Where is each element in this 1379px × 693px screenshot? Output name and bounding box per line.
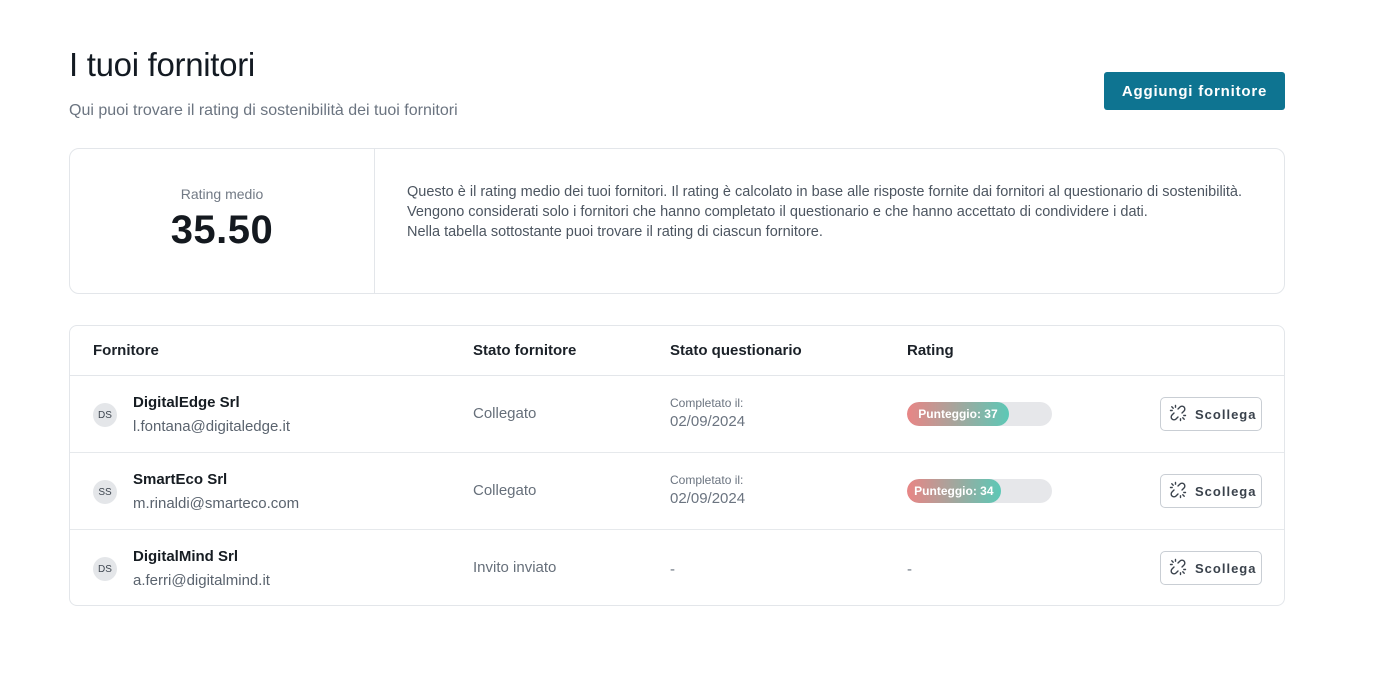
column-header-supplier: Fornitore xyxy=(93,342,159,359)
column-header-supplier-status: Stato fornitore xyxy=(473,342,577,359)
average-rating-panel: Rating medio 35.50 xyxy=(70,149,375,293)
unlink-button-label: Scollega xyxy=(1195,406,1257,422)
supplier-status: Collegato xyxy=(473,405,537,422)
column-header-rating: Rating xyxy=(907,342,954,359)
rating-bar-fill: Punteggio: 34 xyxy=(907,479,1001,503)
average-rating-value: 35.50 xyxy=(170,207,274,252)
unlink-icon xyxy=(1169,481,1187,502)
table-row: SS SmartEco Srl m.rinaldi@smarteco.com C… xyxy=(70,453,1284,530)
rating-bar: Punteggio: 34 xyxy=(907,479,1052,503)
avatar: SS xyxy=(93,480,117,504)
average-rating-label: Rating medio xyxy=(180,185,264,202)
rating-bar: Punteggio: 37 xyxy=(907,402,1052,426)
unlink-icon xyxy=(1169,404,1187,425)
suppliers-page: I tuoi fornitori Qui puoi trovare il rat… xyxy=(0,0,1379,693)
table-header: Fornitore Stato fornitore Stato question… xyxy=(70,326,1284,376)
supplier-name: DigitalMind Srl xyxy=(133,548,238,565)
avatar: DS xyxy=(93,557,117,581)
questionnaire-completed-label: Completato il: xyxy=(670,396,744,410)
questionnaire-completed-label: Completato il: xyxy=(670,473,744,487)
table-row: DS DigitalEdge Srl l.fontana@digitaledge… xyxy=(70,376,1284,453)
questionnaire-completed-date: 02/09/2024 xyxy=(670,413,746,430)
rating-empty: - xyxy=(907,561,912,578)
supplier-status: Invito inviato xyxy=(473,559,557,576)
add-supplier-button[interactable]: Aggiungi fornitore xyxy=(1104,72,1285,110)
unlink-button[interactable]: Scollega xyxy=(1160,474,1262,508)
table-row: DS DigitalMind Srl a.ferri@digitalmind.i… xyxy=(70,530,1284,605)
unlink-button-label: Scollega xyxy=(1195,483,1257,499)
unlink-icon xyxy=(1169,558,1187,579)
average-rating-description: Questo è il rating medio dei tuoi fornit… xyxy=(375,149,1274,293)
questionnaire-status-empty: - xyxy=(670,561,675,578)
description-line: Questo è il rating medio dei tuoi fornit… xyxy=(407,184,1243,200)
description-line: Vengono considerati solo i fornitori che… xyxy=(407,204,1148,220)
supplier-email: l.fontana@digitaledge.it xyxy=(133,418,291,435)
unlink-button[interactable]: Scollega xyxy=(1160,551,1262,585)
suppliers-table: Fornitore Stato fornitore Stato question… xyxy=(69,325,1285,606)
questionnaire-completed-date: 02/09/2024 xyxy=(670,490,746,507)
page-subtitle: Qui puoi trovare il rating di sostenibil… xyxy=(69,102,458,119)
supplier-status: Collegato xyxy=(473,482,537,499)
average-rating-card: Rating medio 35.50 Questo è il rating me… xyxy=(69,148,1285,294)
description-line: Nella tabella sottostante puoi trovare i… xyxy=(407,224,823,240)
supplier-email: m.rinaldi@smarteco.com xyxy=(133,495,300,512)
supplier-name: SmartEco Srl xyxy=(133,471,228,488)
avatar: DS xyxy=(93,403,117,427)
rating-bar-fill: Punteggio: 37 xyxy=(907,402,1009,426)
column-header-questionnaire-status: Stato questionario xyxy=(670,342,802,359)
unlink-button-label: Scollega xyxy=(1195,560,1257,576)
supplier-email: a.ferri@digitalmind.it xyxy=(133,572,270,589)
page-title: I tuoi fornitori xyxy=(69,46,255,83)
supplier-name: DigitalEdge Srl xyxy=(133,394,240,411)
unlink-button[interactable]: Scollega xyxy=(1160,397,1262,431)
